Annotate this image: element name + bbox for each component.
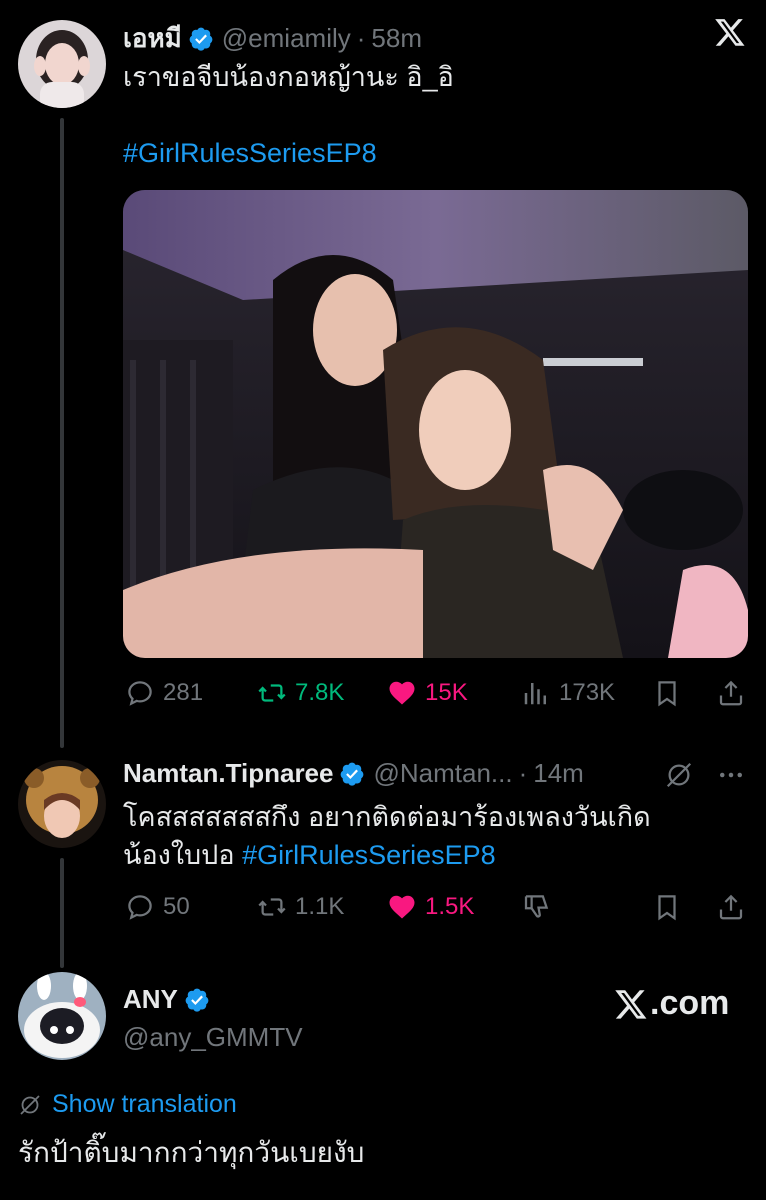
reply-button[interactable]: 281 xyxy=(125,678,203,708)
like-icon xyxy=(389,895,415,919)
share-icon xyxy=(719,894,743,920)
tweet2-text-line1: โคสสสสสสสกึง อยากติดต่อมาร้องเพลงวันเกิด xyxy=(123,802,651,832)
tweet2-actions: 50 1.1K 1.5K xyxy=(0,886,766,930)
verified-badge-icon xyxy=(185,988,209,1012)
share-button[interactable] xyxy=(716,892,746,922)
repost-count: 7.8K xyxy=(295,679,345,706)
handle[interactable]: @Namtan... xyxy=(373,758,512,789)
verified-badge-icon xyxy=(189,27,213,51)
tweet2-text-line2: น้องใบปอ #GirlRulesSeriesEP8 xyxy=(123,836,496,874)
display-name[interactable]: เอหมี xyxy=(123,18,182,59)
avatar-namtan[interactable] xyxy=(18,760,106,848)
tweet1-header: เอหมี @emiamily · 58m xyxy=(123,18,422,59)
display-name[interactable]: ANY xyxy=(123,984,178,1015)
thumbs-down-icon xyxy=(524,895,549,918)
globe-icon xyxy=(20,1094,40,1115)
timestamp[interactable]: 14m xyxy=(533,758,584,789)
bookmark-button[interactable] xyxy=(652,892,682,922)
handle[interactable]: @any_GMMTV xyxy=(123,1022,303,1053)
repost-count: 1.1K xyxy=(295,893,345,920)
bookmark-icon xyxy=(658,895,676,921)
separator: · xyxy=(356,23,366,53)
reply-icon xyxy=(128,895,152,920)
repost-button[interactable]: 7.8K xyxy=(257,678,344,708)
like-button[interactable]: 15K xyxy=(387,678,468,708)
tweet3-header: ANY xyxy=(123,984,218,1015)
tweet-photo[interactable] xyxy=(123,190,748,658)
tweet3-text: รักป้าติ๊บมากกว่าทุกวันเบยงับ xyxy=(18,1137,365,1168)
display-name[interactable]: Namtan.Tipnaree xyxy=(123,758,333,789)
reply-count: 50 xyxy=(163,893,190,920)
tweet1-hashtag[interactable]: #GirlRulesSeriesEP8 xyxy=(123,134,377,172)
tweet2-header: Namtan.Tipnaree @Namtan... · 14m xyxy=(123,758,584,789)
repost-button[interactable]: 1.1K xyxy=(257,892,344,922)
views-button[interactable]: 173K xyxy=(521,678,615,708)
reply-count: 281 xyxy=(163,679,204,706)
brand-text: .com xyxy=(650,984,730,1022)
like-count: 1.5K xyxy=(425,893,475,920)
reply-icon xyxy=(128,681,152,706)
like-count: 15K xyxy=(425,679,468,706)
like-icon xyxy=(389,681,415,705)
show-translation[interactable]: Show translation xyxy=(18,1090,237,1119)
tweet1-actions: 281 7.8K 15K 173K xyxy=(0,672,766,716)
grok-icon[interactable] xyxy=(664,760,694,790)
show-translation-label: Show translation xyxy=(52,1090,237,1118)
verified-badge-icon xyxy=(341,762,364,786)
avatar-any[interactable] xyxy=(18,972,106,1060)
x-com-brand[interactable]: .com xyxy=(614,984,729,1023)
separator: · xyxy=(518,758,528,788)
x-logo-icon xyxy=(615,989,647,1019)
tweet2-text-line2-plain: น้องใบปอ xyxy=(123,840,235,870)
timestamp[interactable]: 58m xyxy=(371,23,422,54)
like-button[interactable]: 1.5K xyxy=(387,892,474,922)
more-icon[interactable] xyxy=(716,760,746,790)
reply-button[interactable]: 50 xyxy=(125,892,190,922)
handle[interactable]: @emiamily xyxy=(222,23,351,54)
repost-icon xyxy=(258,898,286,916)
views-icon xyxy=(524,683,546,705)
tweet1-text: เราขอจีบน้องกอหญ้านะ อิ_อิ xyxy=(123,62,454,92)
bookmark-icon xyxy=(658,681,676,707)
share-icon xyxy=(719,680,743,706)
share-button[interactable] xyxy=(716,678,746,708)
x-logo-icon[interactable] xyxy=(714,16,746,48)
thread-connector xyxy=(60,118,64,748)
views-count: 173K xyxy=(559,679,616,706)
repost-icon xyxy=(258,684,286,702)
tweet3-handle-row: @any_GMMTV xyxy=(123,1022,303,1053)
bookmark-button[interactable] xyxy=(652,678,682,708)
tweet2-hashtag[interactable]: #GirlRulesSeriesEP8 xyxy=(242,840,496,870)
avatar-emiamily[interactable] xyxy=(18,20,106,108)
dislike-button[interactable] xyxy=(521,892,551,922)
